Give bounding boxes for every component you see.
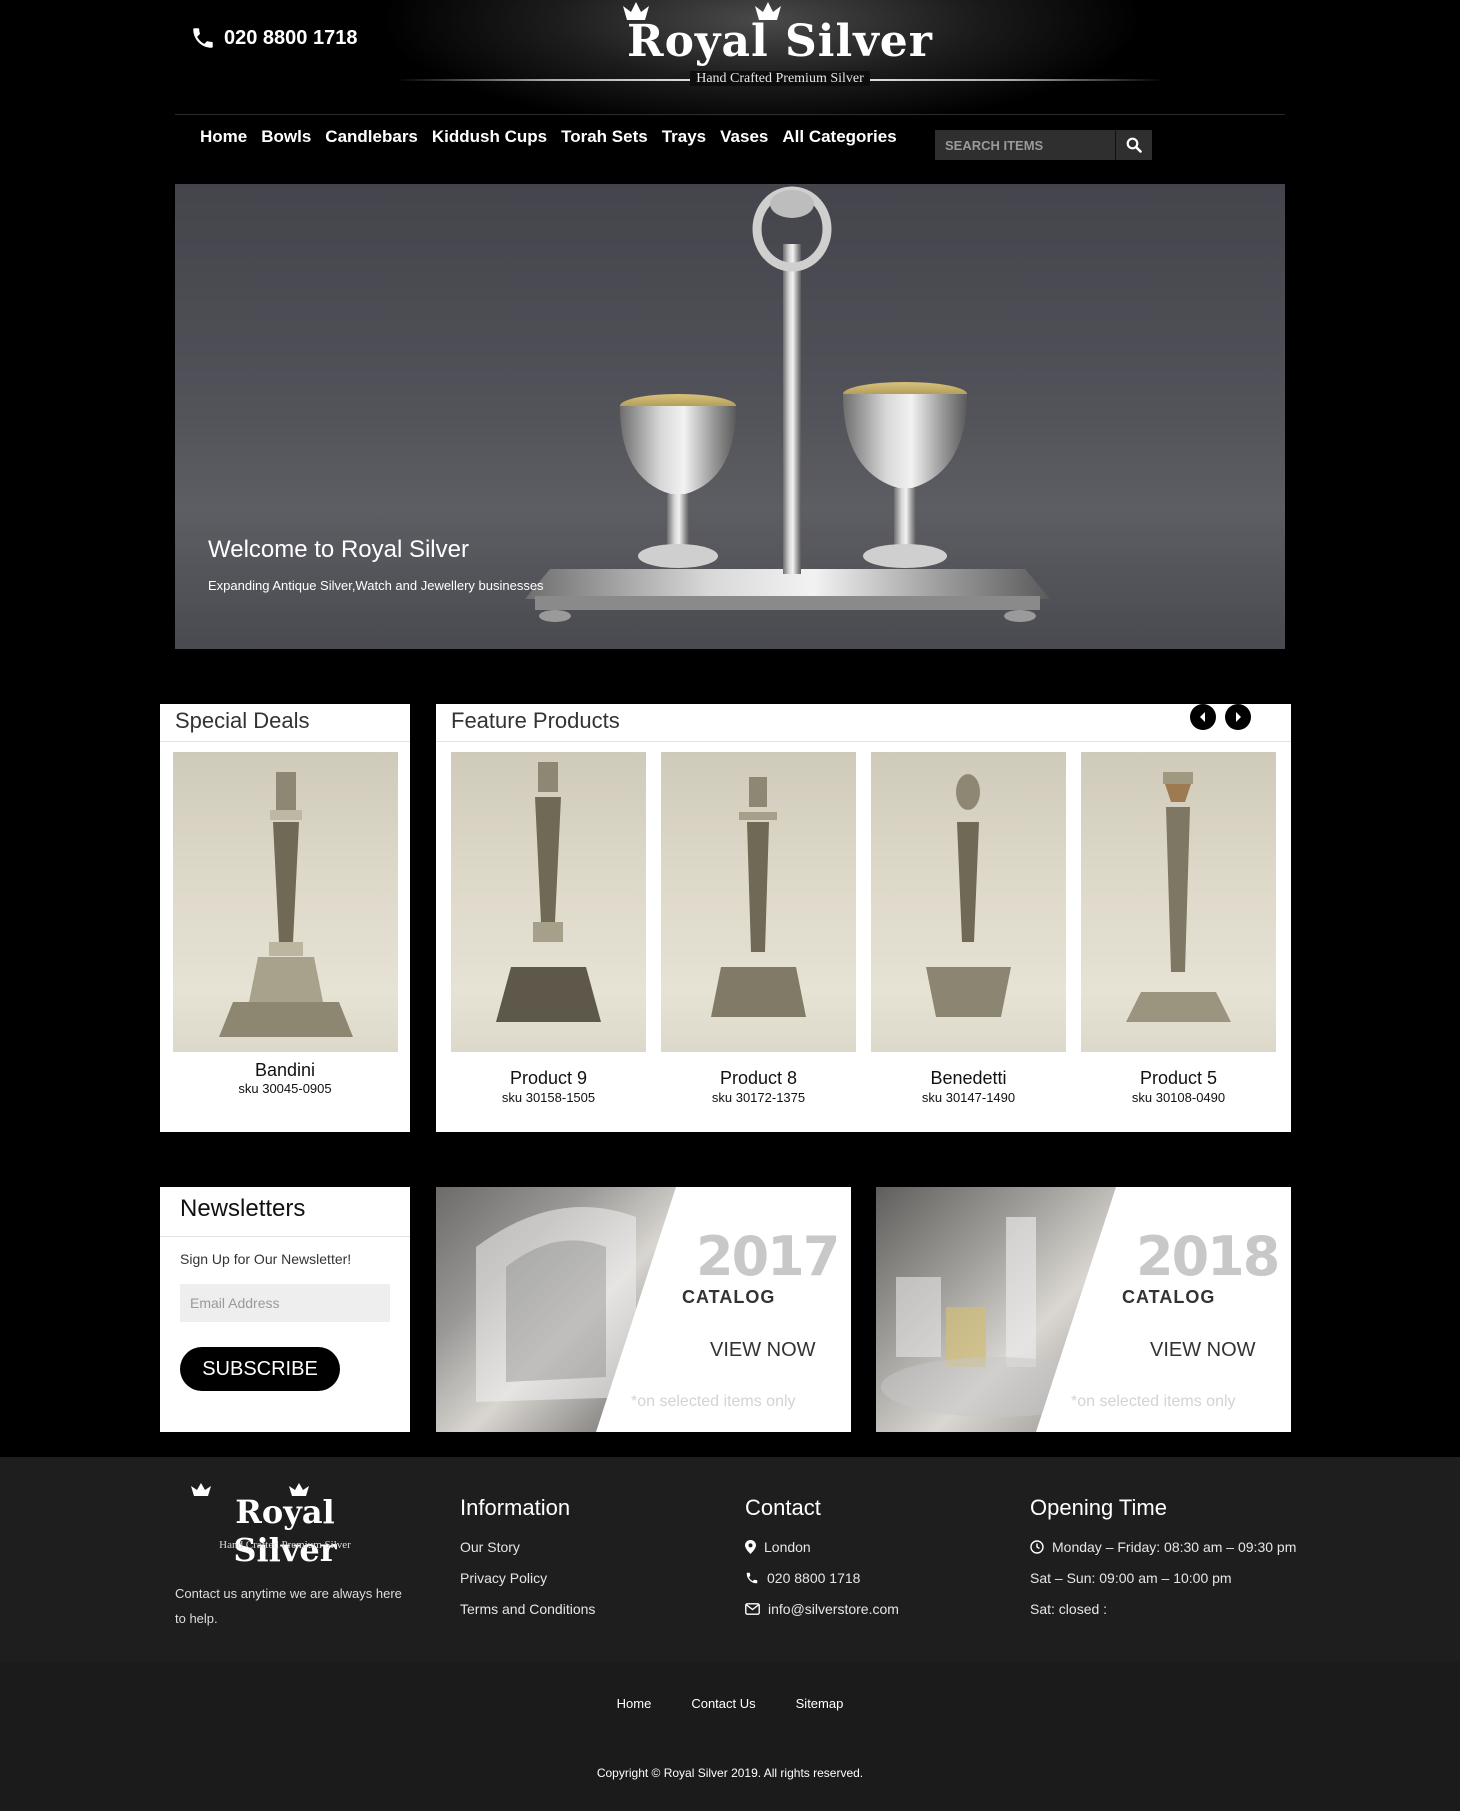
footer-logo[interactable]: Royal Silver Hand Crafted Premium Silver bbox=[180, 1483, 390, 1569]
nav-candlebars[interactable]: Candlebars bbox=[325, 127, 418, 147]
footer-bottom-links: Home Contact Us Sitemap bbox=[0, 1696, 1460, 1711]
product-sku: sku 30045-0905 bbox=[238, 1081, 332, 1096]
catalog-year: 2017 bbox=[696, 1225, 840, 1288]
clock-icon bbox=[1030, 1539, 1044, 1554]
hero-banner[interactable]: Welcome to Royal Silver Expanding Antiqu… bbox=[175, 184, 1285, 649]
catalog-label: CATALOG bbox=[1122, 1287, 1216, 1307]
newsletter-panel: Newsletters Sign Up for Our Newsletter! … bbox=[160, 1187, 410, 1432]
footer-bottom-home[interactable]: Home bbox=[617, 1696, 652, 1711]
newsletter-text: Sign Up for Our Newsletter! bbox=[180, 1251, 352, 1267]
envelope-icon bbox=[745, 1602, 760, 1615]
opening-line: Monday – Friday: 08:30 am – 09:30 pm bbox=[1030, 1531, 1296, 1562]
candlestick-image bbox=[926, 774, 1011, 1017]
nav-torah-sets[interactable]: Torah Sets bbox=[561, 127, 648, 147]
subscribe-button[interactable]: SUBSCRIBE bbox=[180, 1347, 340, 1391]
product-name[interactable]: Bandini bbox=[160, 1060, 410, 1081]
nav-home[interactable]: Home bbox=[200, 127, 247, 147]
nav-kiddush-cups[interactable]: Kiddush Cups bbox=[432, 127, 547, 147]
footer-bottom: Home Contact Us Sitemap Copyright © Roya… bbox=[0, 1662, 1460, 1811]
candlestick-image bbox=[219, 772, 353, 1037]
product-name[interactable]: Product 5 bbox=[1081, 1068, 1276, 1089]
header-phone-number: 020 8800 1718 bbox=[224, 26, 358, 49]
product-sku: sku 30172-1375 bbox=[711, 1090, 806, 1105]
footer-logo-subtitle: Hand Crafted Premium Silver bbox=[219, 1539, 351, 1551]
search-bar bbox=[935, 130, 1152, 160]
view-now-link[interactable]: VIEW NOW bbox=[710, 1339, 816, 1362]
chevron-right-icon bbox=[1236, 712, 1241, 722]
carousel-prev-button[interactable] bbox=[1190, 704, 1216, 730]
hero-title: Welcome to Royal Silver bbox=[208, 536, 469, 563]
footer-location: London bbox=[745, 1531, 899, 1562]
product-sku: sku 30158-1505 bbox=[501, 1090, 596, 1105]
footer-opening-title: Opening Time bbox=[1030, 1495, 1167, 1520]
footer-bottom-contact-us[interactable]: Contact Us bbox=[691, 1696, 755, 1711]
footer-about: Contact us anytime we are always here to… bbox=[175, 1586, 402, 1626]
footer-email[interactable]: info@silverstore.com bbox=[745, 1593, 899, 1624]
opening-line: Sat – Sun: 09:00 am – 10:00 pm bbox=[1030, 1569, 1232, 1586]
carousel-next-button[interactable] bbox=[1225, 704, 1251, 730]
product-name[interactable]: Benedetti bbox=[871, 1068, 1066, 1089]
catalog-2017-banner[interactable]: 2017 CATALOG VIEW NOW *on selected items… bbox=[436, 1187, 851, 1432]
catalog-note: *on selected items only bbox=[1071, 1393, 1236, 1410]
hero-subtitle: Expanding Antique Silver,Watch and Jewel… bbox=[208, 578, 544, 593]
catalog-note: *on selected items only bbox=[631, 1393, 796, 1410]
chevron-left-icon bbox=[1200, 712, 1205, 722]
phone-icon bbox=[746, 1572, 758, 1583]
feature-products-panel: Feature Products Product 9 sku 30158-150… bbox=[436, 704, 1291, 1132]
product-image-bandini[interactable] bbox=[173, 752, 398, 1052]
search-icon bbox=[1126, 137, 1142, 153]
product-image[interactable] bbox=[871, 752, 1066, 1052]
footer-information: Information Our Story Privacy Policy Ter… bbox=[460, 1495, 595, 1624]
footer-phone[interactable]: 020 8800 1718 bbox=[745, 1562, 899, 1593]
special-deals-title: Special Deals bbox=[160, 704, 410, 742]
logo-title: Royal Silver bbox=[627, 16, 933, 67]
footer-logo-title: Royal Silver bbox=[233, 1493, 337, 1569]
opening-line: Sat: closed : bbox=[1030, 1600, 1108, 1617]
catalog-2018-banner[interactable]: 2018 CATALOG VIEW NOW *on selected items… bbox=[876, 1187, 1291, 1432]
newsletter-title: Newsletters bbox=[160, 1187, 410, 1237]
product-sku: sku 30108-0490 bbox=[1131, 1090, 1226, 1105]
product-image[interactable] bbox=[661, 752, 856, 1052]
main-nav: Home Bowls Candlebars Kiddush Cups Torah… bbox=[200, 127, 897, 147]
product-image[interactable] bbox=[451, 752, 646, 1052]
product-image[interactable] bbox=[1081, 752, 1276, 1052]
footer-link-terms[interactable]: Terms and Conditions bbox=[460, 1593, 595, 1624]
nav-trays[interactable]: Trays bbox=[662, 127, 706, 147]
footer-information-title: Information bbox=[460, 1495, 571, 1520]
product-sku: sku 30147-1490 bbox=[921, 1090, 1016, 1105]
nav-vases[interactable]: Vases bbox=[720, 127, 768, 147]
header-divider bbox=[175, 114, 1285, 115]
site-logo[interactable]: Royal Silver Hand Crafted Premium Silver bbox=[395, 0, 1165, 90]
search-button[interactable] bbox=[1115, 130, 1152, 160]
candlestick-image bbox=[1126, 772, 1231, 1022]
nav-all-categories[interactable]: All Categories bbox=[782, 127, 896, 147]
search-input[interactable] bbox=[935, 130, 1115, 160]
footer-contact-title: Contact bbox=[745, 1495, 821, 1520]
footer-bottom-sitemap[interactable]: Sitemap bbox=[796, 1696, 844, 1711]
copyright-text: Copyright © Royal Silver 2019. All right… bbox=[596, 1766, 864, 1780]
site-header: 020 8800 1718 Royal Silver Hand Crafted … bbox=[0, 0, 1460, 116]
logo-subtitle: Hand Crafted Premium Silver bbox=[395, 71, 1165, 87]
site-footer: Royal Silver Hand Crafted Premium Silver… bbox=[0, 1457, 1460, 1811]
nav-bowls[interactable]: Bowls bbox=[261, 127, 311, 147]
candlestick-image bbox=[496, 762, 601, 1022]
footer-opening-time: Opening Time Monday – Friday: 08:30 am –… bbox=[1030, 1495, 1296, 1624]
catalog-year: 2018 bbox=[1136, 1225, 1280, 1288]
special-deals-panel: Special Deals Bandini sku 30045-0905 bbox=[160, 704, 410, 1132]
view-now-link[interactable]: VIEW NOW bbox=[1150, 1339, 1256, 1362]
catalog-label: CATALOG bbox=[682, 1287, 776, 1307]
email-field[interactable] bbox=[180, 1284, 390, 1322]
footer-contact: Contact London 020 8800 1718 info@silver… bbox=[745, 1495, 899, 1624]
phone-icon bbox=[193, 28, 213, 48]
candlestick-image bbox=[711, 777, 806, 1017]
footer-link-privacy-policy[interactable]: Privacy Policy bbox=[460, 1562, 595, 1593]
map-pin-icon bbox=[745, 1539, 756, 1554]
product-name[interactable]: Product 8 bbox=[661, 1068, 856, 1089]
footer-link-our-story[interactable]: Our Story bbox=[460, 1531, 595, 1562]
header-phone[interactable]: 020 8800 1718 bbox=[190, 25, 357, 51]
product-name[interactable]: Product 9 bbox=[451, 1068, 646, 1089]
feature-products-title: Feature Products bbox=[436, 704, 1291, 742]
